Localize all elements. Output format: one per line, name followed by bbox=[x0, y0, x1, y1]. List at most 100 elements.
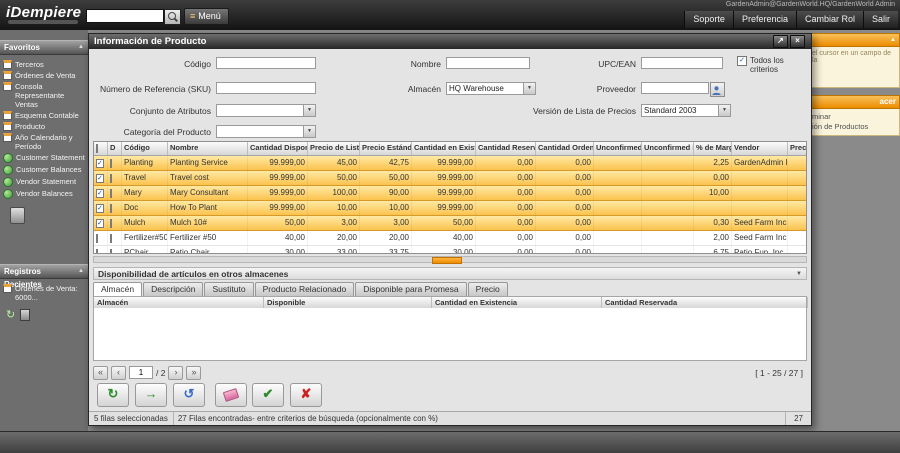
first-page-button[interactable]: « bbox=[93, 366, 108, 380]
refresh-icon[interactable]: ↻ bbox=[6, 310, 15, 321]
sidebar-item-ordenes-de-venta[interactable]: Órdenes de Venta bbox=[3, 71, 86, 80]
product-row[interactable]: ✓MulchMulch 10#50,003,003,0050,000,000,0… bbox=[94, 216, 807, 231]
ok-button[interactable]: ✔ bbox=[252, 383, 284, 407]
row-checkbox[interactable]: ✓ bbox=[96, 204, 104, 213]
availability-header[interactable]: Disponibilidad de artículos en otros alm… bbox=[93, 267, 807, 280]
chevron-down-icon[interactable]: ▼ bbox=[303, 105, 315, 116]
product-row[interactable]: ✓DocHow To Plant99.999,0010,0010,0099.99… bbox=[94, 201, 807, 216]
next-page-button[interactable]: › bbox=[168, 366, 183, 380]
sidebar-item-customer-balances[interactable]: Customer Balances bbox=[3, 165, 86, 175]
panel-link-minar[interactable]: minar bbox=[812, 112, 896, 122]
chevron-down-icon[interactable]: ▼ bbox=[718, 105, 730, 116]
column-header-select[interactable] bbox=[94, 142, 108, 155]
prev-page-button[interactable]: ‹ bbox=[111, 366, 126, 380]
column-header-de-margen[interactable]: % de Margen bbox=[694, 142, 732, 155]
cancel-button[interactable]: ✘ bbox=[290, 383, 322, 407]
all-criteria-checkbox[interactable]: ✓ bbox=[737, 56, 747, 66]
collapse-icon[interactable]: ▲ bbox=[78, 41, 84, 54]
scrollbar-thumb[interactable] bbox=[432, 257, 462, 264]
bpartner-search-button[interactable] bbox=[710, 82, 725, 97]
close-icon[interactable]: × bbox=[790, 35, 805, 48]
product-row[interactable]: Fertilizer#50Fertilizer #5040,0020,0020,… bbox=[94, 231, 807, 246]
subcolumn-disponible[interactable]: Disponible bbox=[264, 297, 432, 308]
panel-link-ion-de-productos[interactable]: ión de Productos bbox=[812, 122, 896, 132]
sidebar-item-consola-representante-ventas[interactable]: Consola Representante Ventas bbox=[3, 82, 86, 109]
row-checkbox[interactable]: ✓ bbox=[96, 219, 104, 228]
column-header-precio-estandar[interactable]: Precio Estándar bbox=[360, 142, 412, 155]
subcolumn-cantidad-reservada[interactable]: Cantidad Reservada bbox=[602, 297, 808, 308]
history-button[interactable]: ↺ bbox=[173, 383, 205, 407]
help-panel-header[interactable]: ▲ bbox=[808, 33, 900, 47]
tab-almacen[interactable]: Almacén bbox=[93, 282, 142, 296]
refresh-button[interactable]: ↻ bbox=[97, 383, 129, 407]
tab-disponible-para-promesa[interactable]: Disponible para Promesa bbox=[355, 282, 466, 296]
column-header-cantidad-en-existencia[interactable]: Cantidad en Existencia bbox=[412, 142, 476, 155]
sidebar-item-producto[interactable]: Producto bbox=[3, 122, 86, 131]
dialog-titlebar[interactable]: Información de Producto ↗ × bbox=[89, 34, 811, 49]
tab-sustituto[interactable]: Sustituto bbox=[204, 282, 253, 296]
column-header-cantidad-disponible[interactable]: Cantidad Disponible bbox=[248, 142, 308, 155]
sidebar-item-terceros[interactable]: Terceros bbox=[3, 60, 86, 69]
actions-panel-header[interactable]: acer bbox=[808, 95, 900, 109]
row-checkbox[interactable] bbox=[96, 249, 98, 254]
column-header-cantidad-ordenada[interactable]: Cantidad Ordenada bbox=[536, 142, 594, 155]
nav-cambiar-rol[interactable]: Cambiar Rol bbox=[796, 11, 863, 28]
chevron-down-icon[interactable]: ▼ bbox=[303, 126, 315, 137]
upc-input[interactable] bbox=[641, 57, 723, 69]
trash-icon[interactable] bbox=[20, 309, 30, 321]
nav-salir[interactable]: Salir bbox=[863, 11, 898, 28]
version-lista-select[interactable]: Standard 2003 ▼ bbox=[641, 104, 731, 117]
codigo-input[interactable] bbox=[216, 57, 316, 69]
horizontal-scrollbar[interactable] bbox=[93, 256, 807, 263]
column-header-cantidad-reservada[interactable]: Cantidad Reservada bbox=[476, 142, 536, 155]
tab-precio[interactable]: Precio bbox=[468, 282, 508, 296]
recent-header[interactable]: Registros Recientes ▲ bbox=[0, 264, 88, 279]
row-checkbox[interactable]: ✓ bbox=[96, 174, 104, 183]
nav-preferencia[interactable]: Preferencia bbox=[733, 11, 796, 28]
tab-producto-relacionado[interactable]: Producto Relacionado bbox=[255, 282, 355, 296]
sidebar-item-esquema-contable[interactable]: Esquema Contable bbox=[3, 111, 86, 120]
row-checkbox[interactable]: ✓ bbox=[96, 159, 104, 168]
chevron-down-icon[interactable]: ▼ bbox=[796, 271, 802, 277]
maximize-icon[interactable]: ↗ bbox=[773, 35, 788, 48]
select-all-checkbox[interactable] bbox=[96, 144, 98, 153]
sidebar-item-ordenes-de-venta-6000[interactable]: Órdenes de Venta: 6000... bbox=[3, 284, 86, 302]
sidebar-item-ano-calendario-y-periodo[interactable]: Año Calendario y Período bbox=[3, 133, 86, 151]
tab-descripcion[interactable]: Descripción bbox=[143, 282, 203, 296]
nav-soporte[interactable]: Soporte bbox=[684, 11, 733, 28]
column-header-unconfirmed-move[interactable]: Unconfirmed Move bbox=[642, 142, 694, 155]
product-row[interactable]: ✓MaryMary Consultant99.999,00100,0090,00… bbox=[94, 186, 807, 201]
collapse-icon[interactable]: ▲ bbox=[78, 265, 84, 278]
search-input[interactable] bbox=[86, 9, 164, 23]
product-row[interactable]: ✓PlantingPlanting Service99.999,0045,004… bbox=[94, 156, 807, 171]
column-header-precio[interactable]: Precio bbox=[788, 142, 807, 155]
column-header-precio-de-lista[interactable]: Precio de Lista bbox=[308, 142, 360, 155]
column-header-codigo[interactable]: Código bbox=[122, 142, 168, 155]
sidebar-item-customer-statement[interactable]: Customer Statement bbox=[3, 153, 86, 163]
trash-icon[interactable] bbox=[10, 207, 25, 224]
search-button[interactable] bbox=[164, 9, 181, 25]
row-checkbox[interactable] bbox=[96, 234, 98, 243]
sku-input[interactable] bbox=[216, 82, 316, 94]
subcolumn-almacen[interactable]: Almacén bbox=[94, 297, 264, 308]
column-header-vendor[interactable]: Vendor bbox=[732, 142, 788, 155]
column-header-d[interactable]: D bbox=[108, 142, 122, 155]
page-input[interactable] bbox=[129, 366, 153, 379]
forward-button[interactable]: → bbox=[135, 383, 167, 407]
categoria-select[interactable]: ▼ bbox=[216, 125, 316, 138]
proveedor-input[interactable] bbox=[641, 82, 709, 94]
subcolumn-cantidad-en-existencia[interactable]: Cantidad en Existencia bbox=[432, 297, 602, 308]
delete-button[interactable] bbox=[215, 383, 247, 407]
collapse-up-icon[interactable]: ▲ bbox=[890, 34, 896, 46]
product-row[interactable]: ✓TravelTravel cost99.999,0050,0050,0099.… bbox=[94, 171, 807, 186]
menu-button[interactable]: ≡Menú bbox=[184, 8, 229, 25]
atributos-select[interactable]: ▼ bbox=[216, 104, 316, 117]
row-checkbox[interactable]: ✓ bbox=[96, 189, 104, 198]
sidebar-item-vendor-balances[interactable]: Vendor Balances bbox=[3, 189, 86, 199]
product-row[interactable]: PChairPatio Chair30,0033,0033,7530,000,0… bbox=[94, 246, 807, 254]
last-page-button[interactable]: » bbox=[186, 366, 201, 380]
column-header-unconfirmed-qty[interactable]: Unconfirmed Qty bbox=[594, 142, 642, 155]
sidebar-item-vendor-statement[interactable]: Vendor Statement bbox=[3, 177, 86, 187]
column-header-nombre[interactable]: Nombre bbox=[168, 142, 248, 155]
favorites-header[interactable]: Favoritos ▲ bbox=[0, 40, 88, 55]
